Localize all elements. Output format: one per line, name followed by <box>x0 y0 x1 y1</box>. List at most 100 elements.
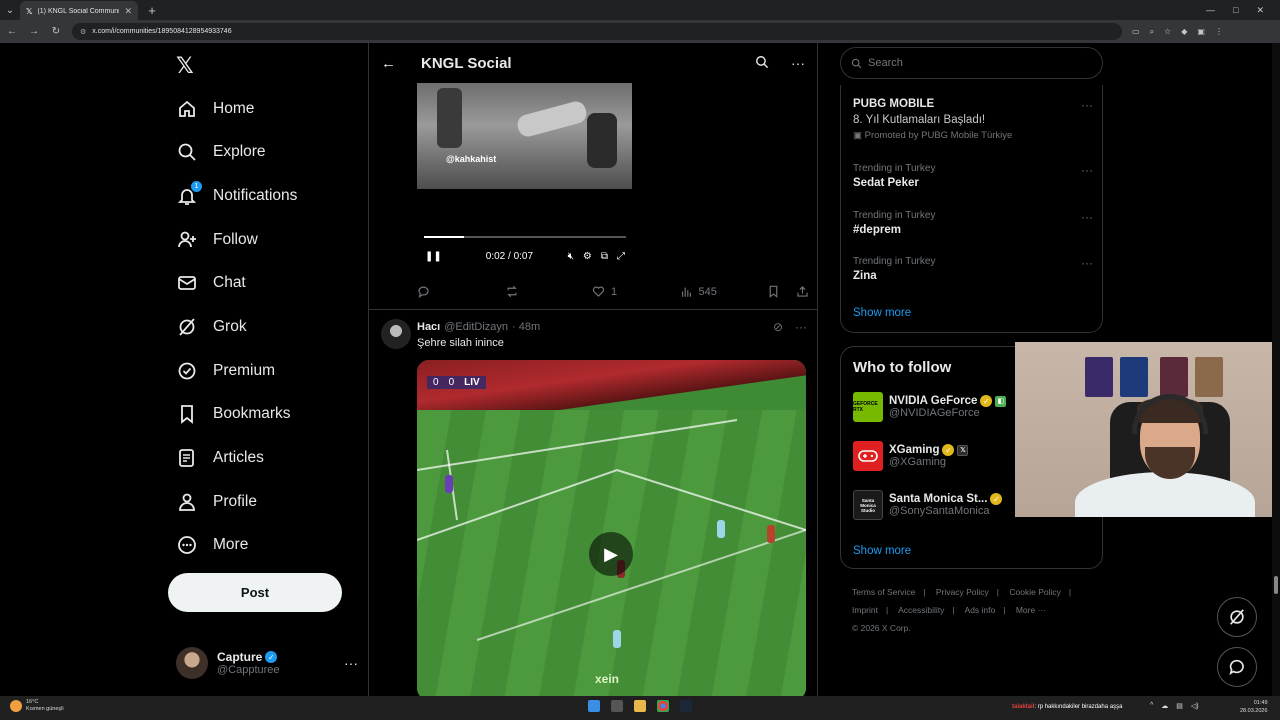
trend-item[interactable]: Trending in Turkey Sedat Peker ··· <box>853 163 1093 189</box>
trend-meta: Trending in Turkey <box>853 256 936 267</box>
star-icon[interactable]: ☆ <box>1164 27 1171 37</box>
forward-button[interactable]: → <box>28 26 40 37</box>
x-logo-icon[interactable]: 𝕏 <box>176 53 194 79</box>
back-button[interactable]: ← <box>6 26 18 37</box>
trend-item[interactable]: Trending in Turkey Zina ··· <box>853 256 1093 282</box>
footer-link[interactable]: Terms of Service <box>852 587 915 597</box>
cloud-icon[interactable]: ☁ <box>1161 702 1168 710</box>
volume-icon[interactable]: ◁) <box>1191 702 1199 710</box>
more-dots-icon[interactable]: ··· <box>1081 256 1093 270</box>
system-clock[interactable]: 01:49 28.03.2026 <box>1240 699 1268 715</box>
task-view-icon[interactable] <box>611 700 623 712</box>
reload-button[interactable]: ↻ <box>50 26 62 37</box>
post-author-handle[interactable]: @EditDizayn <box>444 321 508 333</box>
wall-poster <box>1120 357 1148 397</box>
extension-icon[interactable]: ◆ <box>1181 27 1187 37</box>
play-icon[interactable]: ▶ <box>589 532 633 576</box>
sidebar-item-notifications[interactable]: 1 Notifications <box>176 181 297 209</box>
minimize-button[interactable]: — <box>1206 5 1215 16</box>
video-time: 0:02 / 0:07 <box>485 251 534 262</box>
more-dots-icon[interactable]: ··· <box>1081 98 1093 112</box>
footer-link[interactable]: Imprint <box>852 605 878 615</box>
grok-float-button[interactable] <box>1217 597 1257 637</box>
chat-float-button[interactable] <box>1217 647 1257 687</box>
scrollbar-thumb[interactable] <box>1274 576 1278 594</box>
post-button[interactable]: Post <box>168 573 342 612</box>
like-button[interactable]: 1 <box>592 285 680 298</box>
network-icon[interactable]: ▤ <box>1176 702 1183 710</box>
chat-bubble-icon <box>1229 659 1244 676</box>
settings-icon[interactable]: ⚙ <box>583 251 592 262</box>
footer-link[interactable]: Privacy Policy <box>936 587 989 597</box>
footer-link[interactable]: Cookie Policy <box>1009 587 1061 597</box>
trends-show-more-link[interactable]: Show more <box>853 307 911 319</box>
post-author-name[interactable]: Hacı <box>417 321 440 333</box>
new-tab-button[interactable]: + <box>142 3 162 18</box>
account-switcher[interactable]: Capture ✓ @Cappturee ··· <box>176 646 358 680</box>
mute-icon[interactable]: 🔇︎ <box>568 251 574 262</box>
chrome-icon[interactable] <box>657 700 669 712</box>
close-window-button[interactable]: ✕ <box>1256 5 1264 16</box>
sidebar-item-bookmarks[interactable]: Bookmarks <box>176 401 291 427</box>
tab-close-icon[interactable]: ✕ <box>124 6 132 17</box>
suggestion-name-row: NVIDIA GeForce ✓ ◧ <box>889 395 1007 407</box>
browser-toolbar: ← → ↻ ⚙ x.com/i/communities/189508412895… <box>0 20 1280 43</box>
share-icon[interactable] <box>796 285 809 298</box>
who-to-follow-show-more-link[interactable]: Show more <box>853 545 911 557</box>
trend-item[interactable]: Trending in Turkey #deprem ··· <box>853 210 1093 236</box>
sidebar-item-grok[interactable]: Grok <box>176 314 247 340</box>
footer-link[interactable]: More ··· <box>1016 605 1046 615</box>
fullscreen-icon[interactable]: ⤢ <box>617 251 625 262</box>
maximize-button[interactable]: □ <box>1233 5 1238 16</box>
video-player[interactable]: 0 0 LIV ▶ xein <box>417 360 806 696</box>
sidebar-item-profile[interactable]: Profile <box>176 489 257 515</box>
grok-icon[interactable]: ⊘ <box>773 320 783 334</box>
avatar[interactable] <box>381 319 411 349</box>
views-button[interactable]: 545 <box>680 285 768 298</box>
browser-tabbar: ⌄ 𝕏 (1) KNGL Social Community / X ✕ + — … <box>0 0 1280 21</box>
sidebar-item-articles[interactable]: Articles <box>176 445 264 471</box>
windows-start-icon[interactable] <box>588 700 600 712</box>
address-bar[interactable]: ⚙ x.com/i/communities/189508412895493374… <box>72 23 1122 40</box>
sidebar-item-label: More <box>213 536 249 553</box>
more-dots-icon[interactable]: ··· <box>791 55 805 72</box>
browser-tab[interactable]: 𝕏 (1) KNGL Social Community / X ✕ <box>20 1 138 21</box>
wall-poster <box>1195 357 1223 397</box>
page-scrollbar[interactable] <box>1272 43 1280 696</box>
sidebar-item-more[interactable]: More <box>176 532 248 558</box>
back-arrow-icon[interactable]: ← <box>381 55 401 72</box>
reply-button[interactable] <box>417 285 505 298</box>
post-time[interactable]: · 48m <box>512 321 540 333</box>
verified-gold-icon: ✓ <box>942 444 955 456</box>
puzzle-icon[interactable]: ▣ <box>1197 27 1205 37</box>
more-dots-icon[interactable]: ··· <box>1081 163 1093 177</box>
bookmark-icon[interactable] <box>767 285 780 298</box>
zoom-icon[interactable]: ⌕ <box>1150 27 1154 37</box>
more-dots-icon[interactable]: ··· <box>344 655 358 671</box>
video-progress-bar[interactable] <box>424 236 626 238</box>
search-input[interactable]: Search <box>840 47 1103 79</box>
footer-link[interactable]: Ads info <box>965 605 996 615</box>
sidebar-item-follow[interactable]: Follow <box>176 227 258 253</box>
sidebar-item-explore[interactable]: Explore <box>176 139 266 165</box>
sidebar-item-home[interactable]: Home <box>176 96 254 122</box>
video-player[interactable]: @kahkahist ❚❚ 0:02 / 0:07 🔇︎ ⚙ ⧉ ⤢ <box>417 83 632 276</box>
install-icon[interactable]: ▭ <box>1132 27 1140 37</box>
file-explorer-icon[interactable] <box>634 700 646 712</box>
more-dots-icon[interactable]: ··· <box>1081 210 1093 224</box>
more-dots-icon[interactable]: ··· <box>795 320 807 334</box>
steam-icon[interactable] <box>680 700 692 712</box>
sidebar-item-premium[interactable]: Premium <box>176 358 275 384</box>
chevron-up-icon[interactable]: ^ <box>1150 702 1153 710</box>
promoted-trend[interactable]: PUBG MOBILE 8. Yıl Kutlamaları Başladı! … <box>853 98 1093 141</box>
weather-widget[interactable]: 16°C Kısmen güneşli <box>10 699 64 713</box>
pause-icon[interactable]: ❚❚ <box>425 251 442 262</box>
pip-icon[interactable]: ⧉ <box>601 251 608 262</box>
search-icon[interactable] <box>755 55 769 72</box>
site-info-icon[interactable]: ⚙ <box>80 28 86 36</box>
sidebar-item-chat[interactable]: Chat <box>176 270 246 296</box>
footer-link[interactable]: Accessibility <box>898 605 944 615</box>
repost-button[interactable] <box>505 285 593 298</box>
tab-search-button[interactable]: ⌄ <box>0 5 20 16</box>
profile-menu-icon[interactable]: ⋮ <box>1215 27 1223 37</box>
